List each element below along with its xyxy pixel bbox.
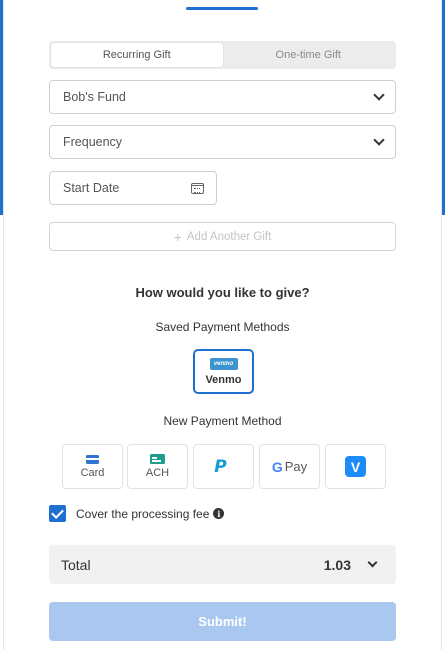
pay-with-google-pay-button[interactable]: G Pay xyxy=(259,444,320,489)
google-pay-label: Pay xyxy=(284,459,308,474)
new-payment-method-label: New Payment Method xyxy=(163,414,282,428)
start-date-placeholder: Start Date xyxy=(63,181,120,195)
chevron-down-icon xyxy=(373,89,385,101)
venmo-icon: V xyxy=(345,456,366,477)
pay-with-ach-button[interactable]: ACH xyxy=(127,444,188,489)
processing-fee-row: Cover the processing fee i xyxy=(49,505,225,522)
bank-ach-icon xyxy=(150,454,165,464)
gift-type-toggle: Recurring Gift One-time Gift xyxy=(49,41,396,69)
chevron-down-icon xyxy=(367,557,378,568)
cover-fee-label: Cover the processing fee xyxy=(76,506,210,521)
google-pay-icon: G Pay xyxy=(272,459,307,475)
calendar-icon[interactable] xyxy=(191,182,204,194)
pay-with-venmo-button[interactable]: V xyxy=(325,444,386,489)
drag-handle xyxy=(186,7,258,10)
paypal-logo-letter: P xyxy=(214,456,227,477)
credit-card-icon xyxy=(86,454,99,464)
frequency-select[interactable]: Frequency xyxy=(49,125,396,159)
submit-button[interactable]: Submit! xyxy=(49,602,396,641)
tab-recurring-gift[interactable]: Recurring Gift xyxy=(51,43,223,67)
fund-select-value: Bob's Fund xyxy=(63,90,126,104)
pay-with-card-button[interactable]: Card xyxy=(62,444,123,489)
paypal-icon: P xyxy=(214,457,226,477)
google-g-icon: G xyxy=(271,458,283,475)
total-summary[interactable]: Total 1.03 xyxy=(49,545,396,584)
total-amount: 1.03 xyxy=(323,556,351,573)
fund-select[interactable]: Bob's Fund xyxy=(49,80,396,114)
cover-fee-checkbox[interactable] xyxy=(49,505,66,522)
tab-one-time-gift[interactable]: One-time Gift xyxy=(223,43,395,67)
total-label: Total xyxy=(61,556,91,573)
info-icon[interactable]: i xyxy=(213,508,225,519)
saved-payment-methods-label: Saved Payment Methods xyxy=(155,320,290,334)
start-date-input[interactable]: Start Date xyxy=(49,171,217,205)
left-accent-edge xyxy=(0,0,3,215)
plus-icon: + xyxy=(173,228,182,245)
payment-heading: How would you like to give? xyxy=(135,285,310,300)
chevron-down-icon xyxy=(373,134,385,146)
saved-venmo-label: Venmo xyxy=(205,373,242,386)
saved-venmo-method[interactable]: venmo Venmo xyxy=(193,349,254,394)
add-another-gift-button[interactable]: + Add Another Gift xyxy=(49,222,396,251)
ach-label: ACH xyxy=(145,467,170,479)
venmo-logo-icon: venmo xyxy=(209,357,238,370)
pay-with-paypal-button[interactable]: P xyxy=(193,444,254,489)
card-label: Card xyxy=(80,466,105,479)
frequency-select-placeholder: Frequency xyxy=(63,135,123,149)
add-another-gift-label: Add Another Gift xyxy=(186,230,272,243)
